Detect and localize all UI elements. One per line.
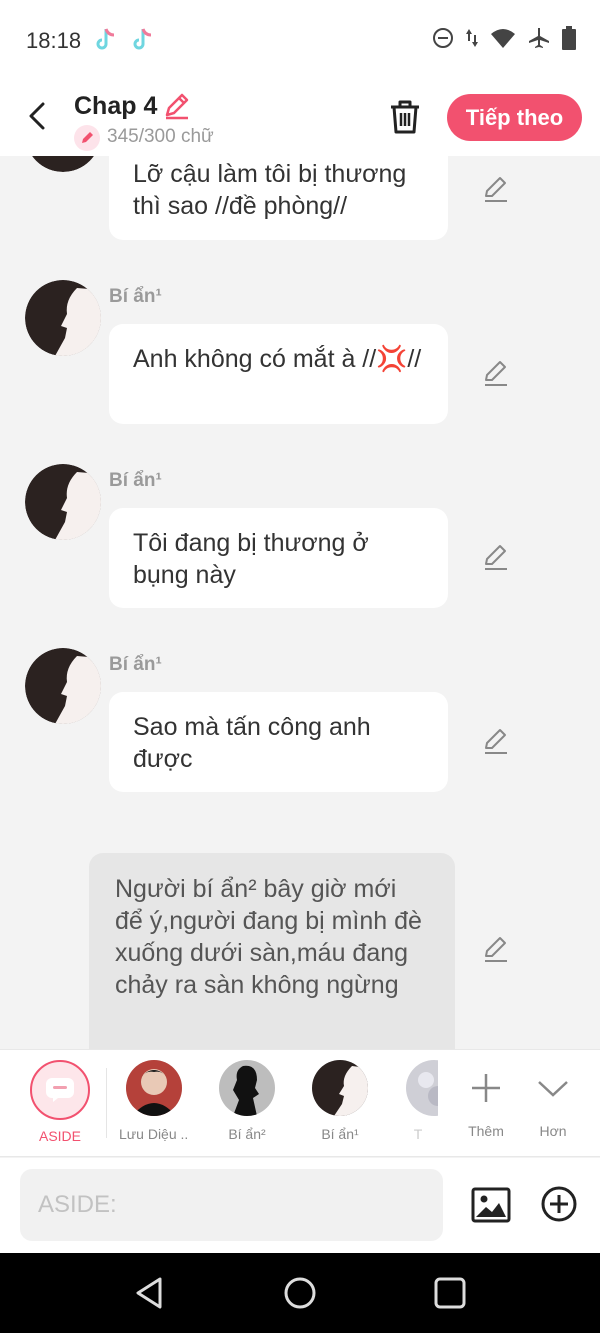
airplane-icon <box>529 28 549 48</box>
add-character-button[interactable]: Thêm <box>451 1060 521 1139</box>
edit-message-icon[interactable] <box>481 934 511 964</box>
nav-back-icon[interactable] <box>130 1273 170 1313</box>
word-count-badge <box>74 125 100 151</box>
character-bi-an-1[interactable]: Bí ẩn¹ <box>305 1060 375 1142</box>
next-button[interactable]: Tiếp theo <box>447 94 582 141</box>
character-label: T <box>413 1126 423 1142</box>
edit-message-icon[interactable] <box>481 542 511 572</box>
edit-message-icon[interactable] <box>481 726 511 756</box>
avatar <box>219 1060 275 1116</box>
word-count: 345/300 chữ <box>107 126 214 147</box>
edit-title-icon[interactable] <box>162 90 192 120</box>
add-label: Thêm <box>468 1123 504 1139</box>
chevron-down-icon <box>538 1081 568 1097</box>
character-luu-dieu[interactable]: Lưu Diệu ... <box>119 1060 189 1142</box>
chat-area: Lỡ cậu làm tôi bị thương thì sao //đề ph… <box>0 156 600 1049</box>
message-bubble[interactable]: Tôi đang bị thương ở bụng này <box>109 508 448 608</box>
system-navbar <box>0 1253 600 1333</box>
battery-icon <box>562 26 576 50</box>
tiktok-icon <box>133 28 152 50</box>
avatar[interactable] <box>25 156 101 172</box>
nav-home-icon[interactable] <box>280 1273 320 1313</box>
editor-header: Chap 4 345/300 chữ Tiếp theo <box>0 80 600 156</box>
more-label: Hơn <box>539 1123 567 1139</box>
image-icon[interactable] <box>470 1184 512 1226</box>
message-bubble[interactable]: Lỡ cậu làm tôi bị thương thì sao //đề ph… <box>109 156 448 240</box>
aside-message[interactable]: Người bí ẩn² bây giờ mới để ý,người đang… <box>89 853 455 1049</box>
sender-name: Bí ẩn¹ <box>109 286 162 307</box>
character-label: Lưu Diệu ... <box>119 1126 189 1142</box>
message-input[interactable] <box>20 1169 443 1241</box>
input-area <box>0 1158 600 1253</box>
trash-icon[interactable] <box>386 98 424 136</box>
more-button[interactable]: Hơn <box>518 1060 588 1139</box>
avatar <box>126 1060 182 1116</box>
status-icons <box>432 26 576 50</box>
tiktok-icon <box>96 28 115 50</box>
status-time: 18:18 <box>26 28 82 53</box>
message-bubble[interactable]: Sao mà tấn công anh được <box>109 692 448 792</box>
avatar <box>406 1060 438 1116</box>
character-selector: ASIDE Lưu Diệu ... Bí ẩn² Bí ẩn¹ T Thêm … <box>0 1049 600 1157</box>
message-bubble[interactable]: Anh không có mắt à //💢// <box>109 324 448 424</box>
divider <box>106 1068 107 1138</box>
character-t[interactable]: T <box>398 1060 438 1142</box>
add-icon[interactable] <box>540 1185 578 1223</box>
wifi-icon <box>491 29 515 48</box>
character-label: Bí ẩn¹ <box>321 1126 359 1142</box>
avatar[interactable] <box>25 648 101 724</box>
character-bi-an-2[interactable]: Bí ẩn² <box>212 1060 282 1142</box>
avatar[interactable] <box>25 280 101 356</box>
avatar[interactable] <box>25 464 101 540</box>
avatar <box>312 1060 368 1116</box>
do-not-disturb-icon <box>433 28 453 48</box>
plus-icon <box>472 1074 500 1102</box>
edit-message-icon[interactable] <box>481 358 511 388</box>
character-label: Bí ẩn² <box>228 1126 266 1142</box>
pencil-icon <box>82 132 93 143</box>
sender-name: Bí ẩn¹ <box>109 470 162 491</box>
character-aside[interactable]: ASIDE <box>25 1060 95 1144</box>
sender-name: Bí ẩn¹ <box>109 654 162 675</box>
edit-message-icon[interactable] <box>481 174 511 204</box>
chapter-title[interactable]: Chap 4 <box>74 92 157 121</box>
nav-recents-icon[interactable] <box>430 1273 470 1313</box>
status-bar: 18:18 <box>0 0 600 80</box>
back-arrow-icon[interactable] <box>18 96 58 136</box>
aside-chat-icon <box>30 1060 90 1120</box>
character-label: ASIDE <box>38 1128 81 1144</box>
data-arrows-icon <box>466 29 478 47</box>
